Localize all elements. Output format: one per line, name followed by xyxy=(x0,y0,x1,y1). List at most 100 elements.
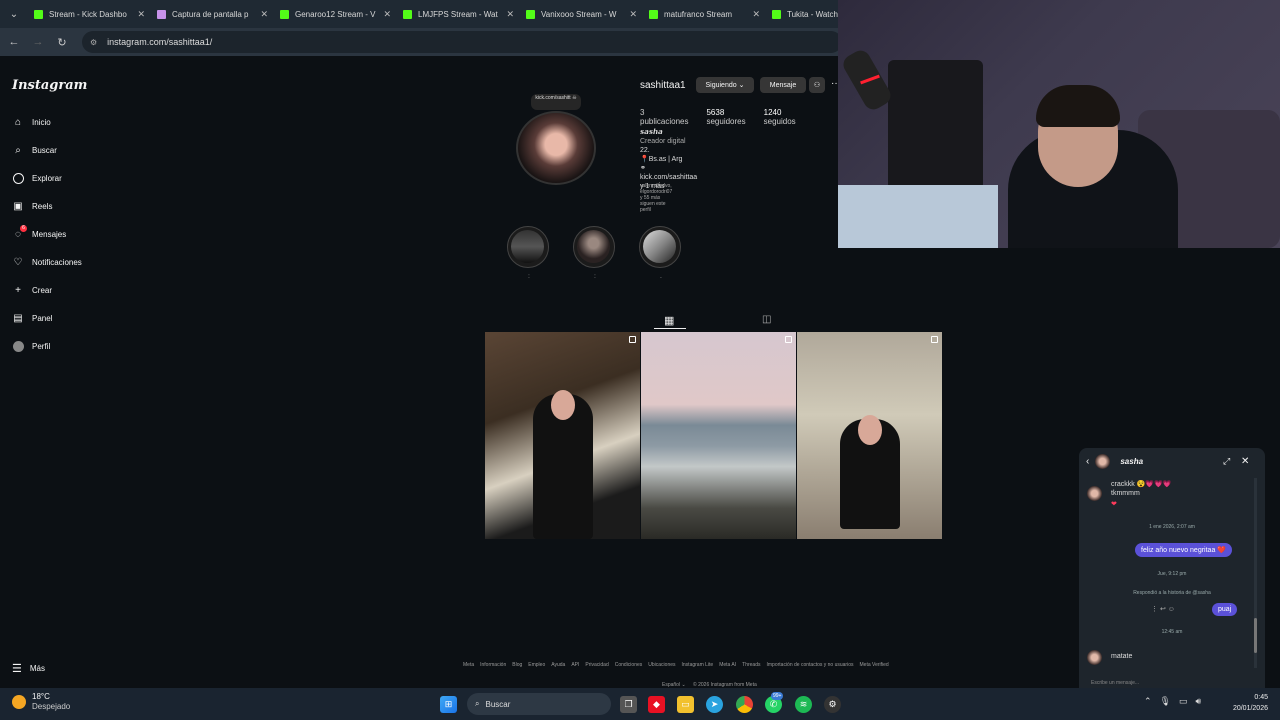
sidebar-item-explorar[interactable]: Explorar xyxy=(12,170,62,186)
footer-link[interactable]: Ayuda xyxy=(551,662,565,668)
browser-tab[interactable]: Captura de pantalla p ✕ xyxy=(151,2,274,26)
outgoing-message: feliz año nuevo negritaa ❤️ xyxy=(1135,543,1232,557)
tab-title: LMJFPS Stream - Wat xyxy=(418,9,498,19)
close-icon[interactable]: ✕ xyxy=(1241,456,1249,467)
tagged-tab[interactable]: ◫ xyxy=(762,314,771,325)
message-button[interactable]: Mensaje xyxy=(760,77,806,93)
chat-scrollbar[interactable] xyxy=(1254,478,1257,668)
sidebar-item-mensajes[interactable]: ◌ 6 Mensajes xyxy=(12,225,67,242)
followed-by-text[interactable]: valenndisalvo, elgordorodri07 y 55 más s… xyxy=(640,183,672,213)
forward-icon[interactable]: → xyxy=(26,36,50,48)
browser-tab[interactable]: Stream - Kick Dashbo ✕ xyxy=(28,2,151,26)
chat-scroll-thumb[interactable] xyxy=(1254,618,1257,653)
chevron-up-icon[interactable]: ⌃ xyxy=(1144,696,1152,707)
following-stat[interactable]: 1240 seguidos xyxy=(764,108,796,126)
close-tab-icon[interactable]: ✕ xyxy=(260,9,268,20)
windows-taskbar xyxy=(0,688,1280,720)
webcam-chair xyxy=(888,60,983,190)
link-icon: ⚭ xyxy=(640,165,646,172)
telegram-icon[interactable]: ➤ xyxy=(706,696,723,713)
sidebar-item-panel[interactable]: ▤ Panel xyxy=(12,310,52,326)
sidebar-item-mas[interactable]: ☰ Más xyxy=(12,662,45,675)
microphone-icon[interactable]: 🎙︎ xyxy=(1160,696,1171,707)
post-thumbnail[interactable] xyxy=(485,332,640,540)
close-tab-icon[interactable]: ✕ xyxy=(506,9,514,20)
sidebar-item-perfil[interactable]: Perfil xyxy=(12,338,50,354)
chevron-left-icon[interactable]: ‹ xyxy=(1086,456,1089,467)
expand-icon[interactable]: ⤢ xyxy=(1223,456,1230,467)
footer-link[interactable]: Meta AI xyxy=(719,662,736,668)
following-button[interactable]: Siguiendo ⌄ xyxy=(696,77,754,93)
incoming-message: matate xyxy=(1111,653,1133,660)
footer-link[interactable]: Condiciones xyxy=(615,662,643,668)
file-explorer-icon[interactable]: ▭ xyxy=(677,696,694,713)
browser-tab[interactable]: Vanixooo Stream - W ✕ xyxy=(520,2,643,26)
spotify-icon[interactable]: ≋ xyxy=(795,696,812,713)
messenger-icon: ◌ 6 xyxy=(12,225,27,240)
volume-icon[interactable]: 🔊︎ xyxy=(1196,696,1202,707)
posts-grid-tab[interactable]: ▦ xyxy=(664,314,674,327)
posts-stat[interactable]: 3 publicaciones xyxy=(640,108,688,126)
browser-tab[interactable]: LMJFPS Stream - Wat ✕ xyxy=(397,2,520,26)
footer-link[interactable]: Información xyxy=(480,662,506,668)
footer-link[interactable]: Ubicaciones xyxy=(648,662,675,668)
story-highlight[interactable]: . xyxy=(639,226,681,280)
followers-stat[interactable]: 5638 seguidores xyxy=(706,108,745,126)
add-user-button[interactable]: ⚇ xyxy=(809,77,825,93)
message-actions-icon[interactable]: ⋮ ↩ ☺ xyxy=(1151,605,1175,613)
post-thumbnail[interactable] xyxy=(797,332,942,539)
footer-link[interactable]: API xyxy=(571,662,579,668)
browser-tab[interactable]: Genaroo12 Stream - V ✕ xyxy=(274,2,397,26)
task-view-icon[interactable]: ❐ xyxy=(620,696,637,713)
reload-icon[interactable]: ↻ xyxy=(50,36,74,49)
system-tray: ⌃ 🎙︎ ▭ 🔊︎ xyxy=(1144,696,1201,707)
start-icon[interactable]: ⊞ xyxy=(440,696,457,713)
incoming-message: crackkk 😵💗💗💗 xyxy=(1111,481,1172,488)
footer-link[interactable]: Meta xyxy=(463,662,474,668)
network-icon[interactable]: ▭ xyxy=(1179,696,1188,707)
chat-avatar[interactable] xyxy=(1095,453,1111,469)
instagram-logo[interactable]: Instagram xyxy=(12,78,87,93)
profile-avatar[interactable] xyxy=(516,111,596,185)
taskbar-search[interactable]: ⌕ Buscar xyxy=(467,693,611,715)
story-highlight[interactable]: : xyxy=(573,226,615,280)
address-bar[interactable]: ⚙ instagram.com/sashittaa1/ xyxy=(82,31,842,53)
footer-link[interactable]: Importación de contactos y no usuarios xyxy=(767,662,854,668)
chrome-icon[interactable] xyxy=(736,696,753,713)
tab-search-menu-icon[interactable]: ⌄ xyxy=(0,0,28,28)
footer-link[interactable]: Blog xyxy=(512,662,522,668)
sidebar-item-inicio[interactable]: ⌂ Inicio xyxy=(12,114,51,130)
sidebar-item-notificaciones[interactable]: ♡ Notificaciones xyxy=(12,254,82,270)
back-icon[interactable]: ← xyxy=(2,36,26,48)
weather-widget[interactable]: 18°C Despejado xyxy=(12,692,70,712)
post-thumbnail[interactable] xyxy=(641,332,796,539)
story-highlight[interactable]: : xyxy=(507,226,549,280)
footer-link[interactable]: Meta Verified xyxy=(860,662,889,668)
profile-category: Creador digital xyxy=(640,138,686,145)
footer-link[interactable]: Threads xyxy=(742,662,760,668)
close-tab-icon[interactable]: ✕ xyxy=(752,9,760,20)
steam-icon[interactable]: ⚙ xyxy=(824,696,841,713)
carousel-icon xyxy=(931,336,938,343)
footer-link[interactable]: Empleo xyxy=(528,662,545,668)
browser-tab[interactable]: matufranco Stream ✕ xyxy=(643,2,766,26)
taskbar-clock[interactable]: 0:45 20/01/2026 xyxy=(1222,692,1268,714)
footer-link[interactable]: Instagram Lite xyxy=(682,662,714,668)
carousel-icon xyxy=(785,336,792,343)
sidebar-item-label: Mensajes xyxy=(32,229,67,239)
close-tab-icon[interactable]: ✕ xyxy=(629,9,637,20)
footer-link[interactable]: Privacidad xyxy=(585,662,608,668)
webcam-person-hair xyxy=(1036,85,1120,127)
profile-display-name: 𝙨𝙖𝙨𝙝𝙖 xyxy=(640,129,663,136)
sidebar-item-reels[interactable]: ▣ Reels xyxy=(12,198,52,214)
chat-contact-name[interactable]: sasha xyxy=(1120,457,1143,466)
site-info-icon[interactable]: ⚙ xyxy=(90,38,97,47)
outgoing-message: puaj xyxy=(1212,603,1238,616)
profile-note[interactable]: kick.com/sashitt ☠ xyxy=(531,94,581,110)
close-tab-icon[interactable]: ✕ xyxy=(383,9,391,20)
sidebar-item-buscar[interactable]: ⌕ Buscar xyxy=(12,142,57,158)
app-red-icon[interactable]: ◆ xyxy=(648,696,665,713)
close-tab-icon[interactable]: ✕ xyxy=(137,9,145,20)
chat-input[interactable]: Escribe un mensaje... xyxy=(1091,680,1251,688)
sidebar-item-crear[interactable]: + Crear xyxy=(12,282,52,298)
